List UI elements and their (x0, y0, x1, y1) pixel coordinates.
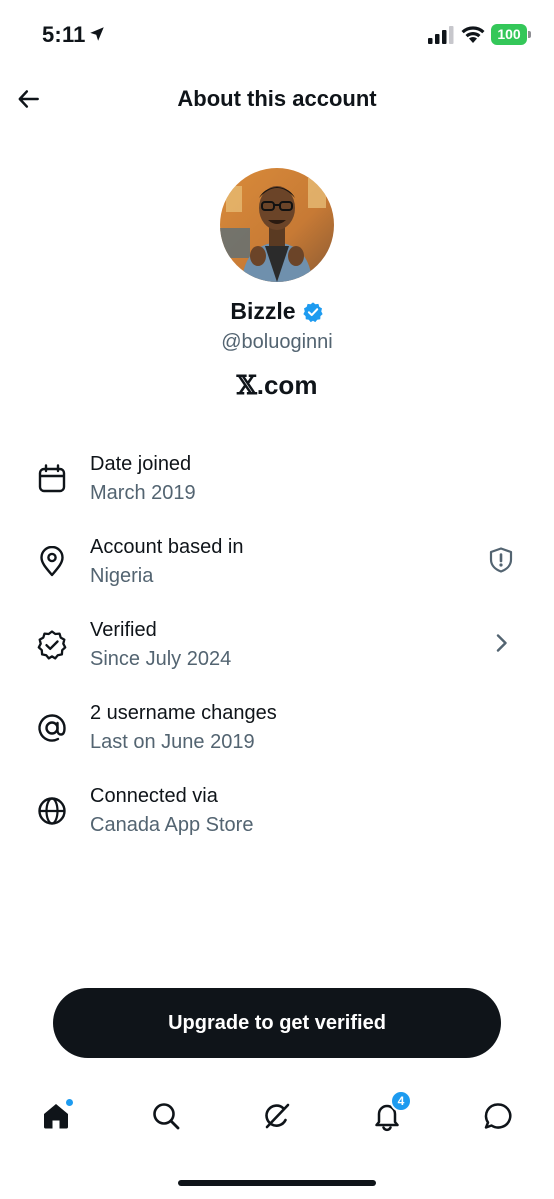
messages-icon (484, 1103, 512, 1129)
tab-search[interactable] (146, 1096, 186, 1136)
at-sign-icon (38, 714, 66, 742)
upgrade-to-verified-button[interactable]: Upgrade to get verified (53, 988, 501, 1058)
info-title: Verified (90, 619, 157, 641)
x-brand-label: 𝕏.com (0, 370, 554, 401)
info-subtitle: March 2019 (90, 482, 196, 504)
verified-badge-outline-icon (37, 630, 67, 660)
info-title: 2 username changes (90, 702, 277, 724)
notifications-count-badge: 4 (390, 1090, 412, 1112)
shield-alert-icon (489, 547, 513, 573)
info-subtitle: Since July 2024 (90, 648, 232, 670)
home-unread-dot (65, 1098, 74, 1107)
calendar-icon (38, 464, 66, 493)
profile-name-row: Bizzle (0, 298, 554, 325)
page-title: About this account (177, 86, 377, 111)
info-title: Account based in (90, 536, 244, 558)
info-subtitle: Nigeria (90, 565, 154, 587)
grok-icon (265, 1103, 290, 1129)
status-time: 5:11 (42, 22, 86, 47)
globe-icon (38, 797, 66, 825)
status-bar: 5:11 100 (0, 0, 554, 70)
chevron-right-icon (496, 634, 507, 652)
display-name: Bizzle (230, 298, 296, 324)
tab-grok[interactable] (257, 1096, 297, 1136)
search-icon (153, 1103, 180, 1130)
info-subtitle: Last on June 2019 (90, 731, 255, 753)
tab-home[interactable] (36, 1096, 76, 1136)
cellular-signal-icon (428, 26, 454, 44)
avatar-illustration (220, 168, 334, 282)
location-arrow-icon (90, 27, 104, 41)
info-row-username-changes: 2 username changes Last on June 2019 (0, 699, 554, 769)
account-location-info-button[interactable] (486, 545, 516, 575)
info-title: Connected via (90, 785, 218, 807)
bottom-tab-bar: 4 (0, 1086, 554, 1146)
info-title: Date joined (90, 453, 192, 475)
info-row-verified[interactable]: Verified Since July 2024 (0, 616, 554, 686)
info-row-date-joined: Date joined March 2019 (0, 450, 554, 520)
tab-notifications[interactable]: 4 (367, 1090, 412, 1136)
verified-badge-icon (302, 301, 323, 322)
tab-messages[interactable] (478, 1096, 518, 1136)
x-brand-suffix: .com (256, 370, 318, 400)
info-row-account-based-in: Account based in Nigeria (0, 533, 554, 603)
x-logo-mark: 𝕏 (236, 371, 257, 401)
user-handle: @boluoginni (221, 331, 333, 353)
home-indicator (178, 1180, 376, 1186)
battery-indicator: 100 (491, 24, 531, 45)
info-row-connected-via: Connected via Canada App Store (0, 782, 554, 852)
avatar[interactable] (220, 168, 334, 282)
location-pin-icon (40, 546, 64, 577)
top-bar: About this account (0, 70, 554, 130)
info-subtitle: Canada App Store (90, 814, 254, 836)
verified-details-button[interactable] (486, 628, 516, 658)
wifi-icon (461, 26, 485, 43)
